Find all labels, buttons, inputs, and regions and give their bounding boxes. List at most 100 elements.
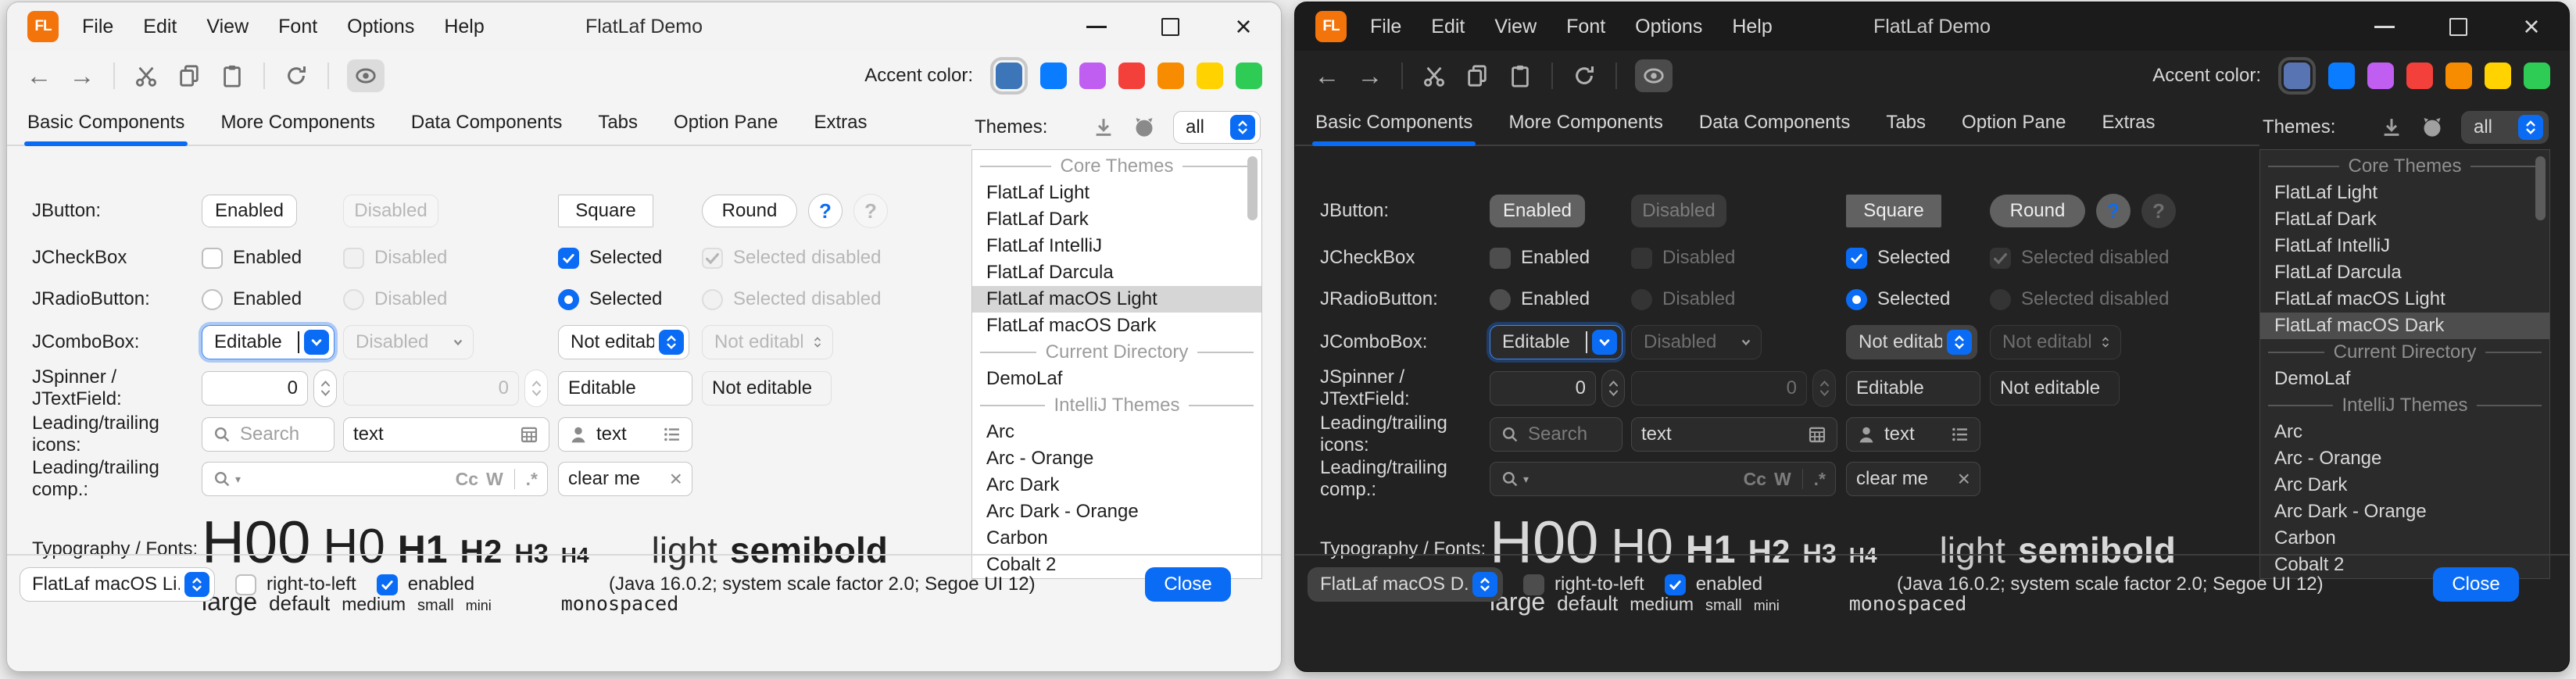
tab-option-pane[interactable]: Option Pane bbox=[1962, 112, 2066, 135]
round-button[interactable]: Round bbox=[702, 195, 797, 227]
accent-swatch-selected[interactable] bbox=[996, 63, 1022, 89]
paste-icon[interactable] bbox=[219, 61, 245, 91]
theme-item[interactable]: Arc Dark bbox=[972, 472, 1261, 499]
search-input[interactable] bbox=[240, 423, 324, 445]
tab-data-components[interactable]: Data Components bbox=[1699, 112, 1850, 135]
menu-file[interactable]: File bbox=[82, 16, 113, 38]
accent-swatch-yellow[interactable] bbox=[2485, 63, 2511, 89]
minimize-button[interactable] bbox=[1082, 13, 1111, 41]
enabled-button[interactable]: Enabled bbox=[1490, 195, 1585, 227]
enabled-checkbox[interactable]: enabled bbox=[377, 574, 474, 595]
list-menu-icon[interactable] bbox=[1950, 424, 1970, 445]
maximize-button[interactable] bbox=[2444, 13, 2472, 41]
accent-swatch-green[interactable] bbox=[2524, 63, 2550, 89]
tab-tabs[interactable]: Tabs bbox=[598, 112, 638, 135]
show-mnemonics-eye-toggle[interactable] bbox=[347, 59, 385, 92]
calendar-icon[interactable] bbox=[519, 424, 539, 445]
search-dropdown-icon[interactable] bbox=[1500, 469, 1520, 489]
close-window-button[interactable]: × bbox=[1229, 13, 1258, 41]
round-button[interactable]: Round bbox=[1990, 195, 2085, 227]
spinner-up-down-buttons[interactable] bbox=[313, 370, 337, 407]
menu-view[interactable]: View bbox=[206, 16, 249, 38]
chevron-up-down-icon[interactable] bbox=[1947, 330, 1972, 355]
theme-item[interactable]: DemoLaf bbox=[972, 366, 1261, 392]
chevron-up-down-icon[interactable] bbox=[2518, 115, 2543, 140]
checkbox-selected[interactable]: Selected bbox=[1846, 247, 1990, 269]
tab-basic-components[interactable]: Basic Components bbox=[27, 112, 184, 135]
cut-icon[interactable] bbox=[133, 61, 159, 91]
chevron-up-down-icon[interactable] bbox=[1230, 115, 1255, 140]
theme-combobox[interactable]: FlatLaf macOS D... bbox=[1308, 567, 1503, 602]
search-dropdown-icon[interactable] bbox=[212, 469, 232, 489]
menu-options[interactable]: Options bbox=[1635, 16, 1702, 38]
search-field[interactable] bbox=[202, 417, 335, 452]
menu-font[interactable]: Font bbox=[278, 16, 317, 38]
search-field[interactable] bbox=[1490, 417, 1623, 452]
theme-item[interactable]: Arc bbox=[2260, 419, 2549, 445]
menu-font[interactable]: Font bbox=[1566, 16, 1605, 38]
search-with-options-field[interactable]: ▾CcW.* bbox=[202, 462, 548, 496]
close-button[interactable]: Close bbox=[2433, 567, 2519, 602]
list-menu-icon[interactable] bbox=[662, 424, 682, 445]
search-with-options-field[interactable]: ▾CcW.* bbox=[1490, 462, 1836, 496]
minimize-button[interactable] bbox=[2370, 13, 2399, 41]
clear-icon[interactable]: × bbox=[1958, 468, 1970, 490]
accent-swatch-orange[interactable] bbox=[2445, 63, 2472, 89]
theme-item[interactable]: FlatLaf macOS Dark bbox=[972, 313, 1261, 339]
search-options-input[interactable] bbox=[1537, 468, 1736, 490]
tab-extras[interactable]: Extras bbox=[814, 112, 867, 135]
radio-enabled[interactable]: Enabled bbox=[202, 288, 343, 310]
accent-swatch-green[interactable] bbox=[1236, 63, 1262, 89]
refresh-icon[interactable] bbox=[1571, 61, 1597, 91]
theme-item[interactable]: DemoLaf bbox=[2260, 366, 2549, 392]
theme-item[interactable]: FlatLaf Light bbox=[972, 180, 1261, 206]
date-input[interactable] bbox=[353, 423, 511, 445]
themes-filter-combobox[interactable]: all bbox=[1173, 111, 1261, 144]
copy-icon[interactable] bbox=[1464, 61, 1490, 91]
menu-file[interactable]: File bbox=[1370, 16, 1401, 38]
date-input[interactable] bbox=[1641, 423, 1799, 445]
theme-item[interactable]: FlatLaf Dark bbox=[972, 206, 1261, 233]
themes-filter-combobox[interactable]: all bbox=[2461, 111, 2549, 144]
radio-selected[interactable]: Selected bbox=[1846, 288, 1990, 310]
square-button[interactable]: Square bbox=[1846, 195, 1941, 227]
theme-item[interactable]: Arc Dark bbox=[2260, 472, 2549, 499]
user-field[interactable] bbox=[1846, 417, 1980, 452]
radio-enabled[interactable]: Enabled bbox=[1490, 288, 1631, 310]
tab-extras[interactable]: Extras bbox=[2102, 112, 2155, 135]
scrollbar-thumb[interactable] bbox=[2535, 156, 2546, 220]
chevron-down-icon[interactable] bbox=[304, 330, 329, 355]
theme-item[interactable]: Arc bbox=[972, 419, 1261, 445]
spinner-field[interactable] bbox=[202, 371, 308, 406]
paste-icon[interactable] bbox=[1507, 61, 1533, 91]
tab-more-components[interactable]: More Components bbox=[220, 112, 374, 135]
whole-words-toggle[interactable]: W bbox=[1774, 469, 1791, 490]
tab-data-components[interactable]: Data Components bbox=[411, 112, 562, 135]
github-icon[interactable] bbox=[1132, 116, 1156, 139]
regex-toggle[interactable]: .* bbox=[1814, 469, 1826, 490]
tab-more-components[interactable]: More Components bbox=[1508, 112, 1662, 135]
chevron-down-icon[interactable] bbox=[1592, 330, 1617, 355]
spinner-input[interactable] bbox=[212, 377, 298, 399]
right-to-left-checkbox[interactable]: right-to-left bbox=[235, 574, 356, 595]
theme-item[interactable]: Arc Dark - Orange bbox=[2260, 499, 2549, 525]
enabled-button[interactable]: Enabled bbox=[202, 195, 297, 227]
theme-item[interactable]: Carbon bbox=[972, 525, 1261, 552]
forward-icon[interactable]: → bbox=[69, 61, 95, 91]
theme-item[interactable]: FlatLaf Dark bbox=[2260, 206, 2549, 233]
show-mnemonics-eye-toggle[interactable] bbox=[1635, 59, 1673, 92]
tab-tabs[interactable]: Tabs bbox=[1886, 112, 1926, 135]
date-field[interactable] bbox=[343, 417, 549, 452]
search-input[interactable] bbox=[1528, 423, 1612, 445]
clear-icon[interactable]: × bbox=[670, 468, 682, 490]
cut-icon[interactable] bbox=[1421, 61, 1447, 91]
calendar-icon[interactable] bbox=[1807, 424, 1827, 445]
regex-toggle[interactable]: .* bbox=[526, 469, 538, 490]
menu-options[interactable]: Options bbox=[347, 16, 414, 38]
clearable-field[interactable]: × bbox=[1846, 462, 1980, 496]
combobox-not-editable[interactable]: Not editable bbox=[558, 325, 689, 359]
whole-words-toggle[interactable]: W bbox=[486, 469, 503, 490]
textfield-editable-input[interactable] bbox=[568, 377, 682, 399]
help-button[interactable]: ? bbox=[808, 194, 843, 228]
theme-item[interactable]: FlatLaf IntelliJ bbox=[972, 233, 1261, 259]
